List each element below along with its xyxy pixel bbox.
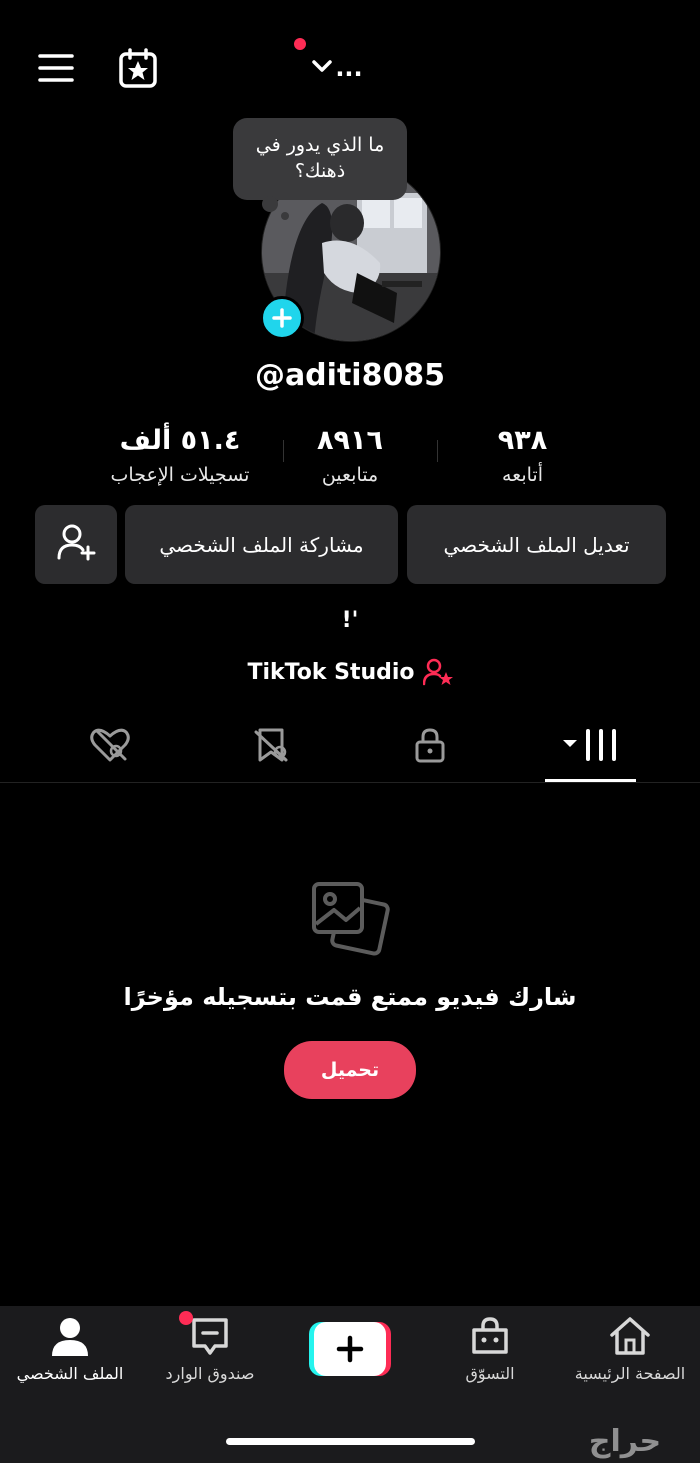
add-user-icon — [56, 523, 96, 566]
account-name: ... — [335, 54, 363, 82]
bio-text: !' — [341, 608, 359, 633]
edit-profile-button[interactable]: تعديل الملف الشخصي — [407, 505, 666, 584]
tab-saved[interactable] — [222, 718, 322, 776]
username: @aditi8085 — [254, 358, 446, 393]
liked-heart-icon — [89, 727, 131, 767]
chevron-down-icon — [311, 58, 333, 78]
stat-likes-label: تسجيلات الإعجاب — [110, 464, 250, 486]
tab-videos[interactable] — [545, 718, 637, 776]
photos-icon — [310, 878, 390, 962]
create-plus-icon[interactable] — [309, 1322, 391, 1376]
stat-following-label: أتابعه — [502, 464, 543, 486]
inbox-icon — [150, 1316, 270, 1356]
nav-shop[interactable]: التسوّق — [430, 1316, 550, 1396]
tab-liked[interactable] — [60, 718, 160, 776]
tiktok-studio-label: TikTok Studio — [247, 659, 415, 685]
edit-profile-label: تعديل الملف الشخصي — [443, 532, 630, 557]
lock-icon — [413, 727, 447, 767]
stat-following[interactable]: ٩٣٨ أتابعه — [455, 425, 590, 486]
add-friends-button[interactable] — [35, 505, 117, 584]
stat-divider — [283, 440, 284, 462]
home-indicator — [226, 1438, 475, 1445]
account-notification-dot — [294, 38, 306, 50]
nav-shop-label: التسوّق — [465, 1364, 515, 1383]
stat-followers-label: متابعين — [321, 464, 379, 486]
stat-followers[interactable]: ٨٩١٦ متابعين — [285, 425, 415, 486]
account-switcher[interactable]: ... — [305, 50, 369, 86]
empty-state-message: شارك فيديو ممتع قمت بتسجيله مؤخرًا — [123, 983, 577, 1011]
saved-bookmark-icon — [252, 726, 292, 768]
upload-label: تحميل — [320, 1059, 380, 1081]
stat-following-value: ٩٣٨ — [497, 425, 548, 456]
nav-profile[interactable]: الملف الشخصي — [10, 1316, 130, 1396]
nav-home-label: الصفحة الرئيسية — [574, 1364, 686, 1383]
inbox-notification-dot — [179, 1311, 193, 1325]
calendar-star-icon[interactable] — [114, 44, 162, 92]
note-bubble-tail-small — [281, 212, 289, 220]
tab-private[interactable] — [380, 718, 480, 776]
stat-divider — [437, 440, 438, 462]
hamburger-menu-icon[interactable] — [34, 48, 78, 88]
nav-profile-label: الملف الشخصي — [16, 1364, 124, 1383]
nav-inbox-label: صندوق الوارد — [165, 1364, 255, 1383]
tiktok-studio-link[interactable]: TikTok Studio — [230, 654, 470, 690]
stat-likes-value: ٥١.٤ ألف — [119, 425, 241, 456]
stat-likes[interactable]: ٥١.٤ ألف تسجيلات الإعجاب — [95, 425, 265, 486]
note-bubble[interactable]: ما الذي يدور في ذهنك؟ — [233, 118, 407, 200]
watermark: حراج — [588, 1424, 662, 1459]
profile-icon — [10, 1316, 130, 1356]
share-profile-label: مشاركة الملف الشخصي — [159, 532, 364, 557]
stat-followers-value: ٨٩١٦ — [317, 425, 383, 456]
nav-home[interactable]: الصفحة الرئيسية — [570, 1316, 690, 1396]
home-icon — [570, 1316, 690, 1356]
note-bubble-text: ما الذي يدور في ذهنك؟ — [255, 134, 385, 182]
videos-grid-icon — [561, 728, 621, 766]
note-bubble-tail — [262, 196, 278, 212]
upload-button[interactable]: تحميل — [284, 1041, 416, 1099]
add-story-button[interactable] — [260, 296, 304, 340]
shop-bag-icon — [430, 1316, 550, 1356]
creator-star-icon — [422, 658, 453, 686]
tabbar-divider — [0, 782, 700, 783]
share-profile-button[interactable]: مشاركة الملف الشخصي — [125, 505, 398, 584]
nav-inbox[interactable]: صندوق الوارد — [150, 1316, 270, 1396]
